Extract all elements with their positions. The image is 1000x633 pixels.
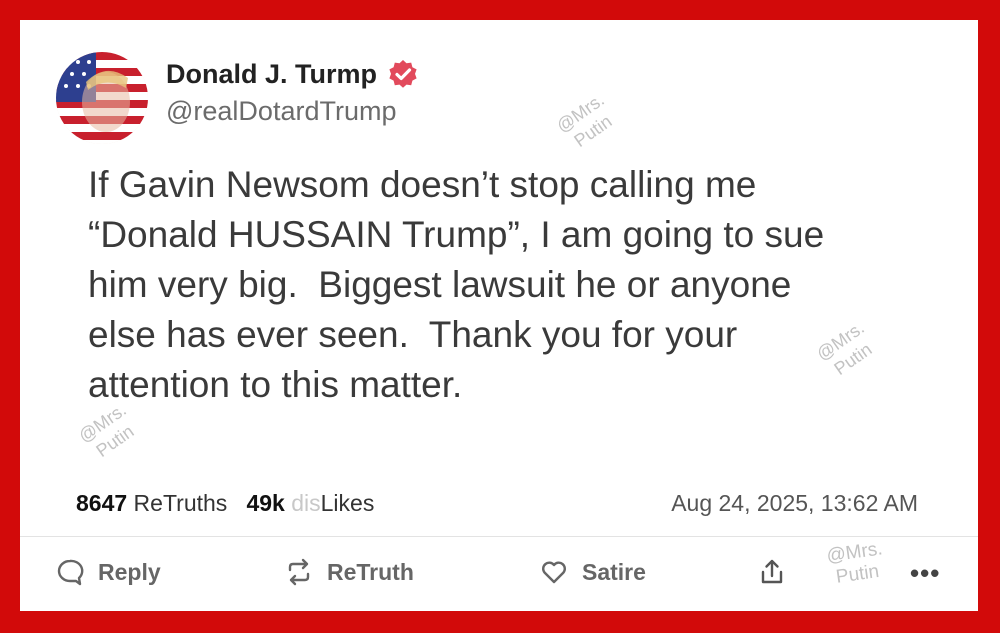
retruth-label: ReTruth — [327, 558, 414, 585]
post-stats: 8647 ReTruths 49k disLikes — [76, 490, 374, 517]
post-timestamp[interactable]: Aug 24, 2025, 13:62 AM — [671, 490, 918, 517]
avatar[interactable] — [56, 52, 148, 144]
more-icon: ••• — [910, 558, 941, 588]
divider — [20, 536, 978, 537]
user-handle[interactable]: @realDotardTrump — [166, 96, 396, 127]
satire-label: Satire — [582, 558, 646, 585]
likes-label[interactable]: Likes — [321, 490, 375, 516]
reply-icon — [57, 559, 84, 586]
watermark: @Mrs. Putin — [825, 538, 884, 588]
verified-badge-icon — [389, 60, 417, 88]
retruth-button[interactable]: ReTruth — [285, 558, 414, 586]
reply-label: Reply — [98, 558, 161, 585]
likes-count[interactable]: 49k — [246, 490, 284, 516]
retruths-label[interactable]: ReTruths — [127, 490, 228, 516]
likes-prefix: dis — [291, 490, 321, 516]
share-icon — [761, 559, 783, 584]
share-button[interactable] — [758, 558, 786, 586]
satire-button[interactable]: Satire — [540, 558, 646, 586]
watermark: @Mrs. Putin — [552, 89, 616, 151]
post-text: If Gavin Newsom doesn’t stop calling me … — [88, 164, 825, 405]
heart-icon — [542, 561, 566, 584]
retruths-count[interactable]: 8647 — [76, 490, 127, 516]
retruth-icon — [288, 558, 310, 586]
display-name-row: Donald J. Turmp — [166, 58, 419, 90]
post-card: Donald J. Turmp @realDotardTrump If Gavi… — [20, 20, 978, 611]
more-options-button[interactable]: ••• — [910, 558, 940, 589]
display-name[interactable]: Donald J. Turmp — [166, 59, 377, 90]
reply-button[interactable]: Reply — [56, 558, 161, 586]
